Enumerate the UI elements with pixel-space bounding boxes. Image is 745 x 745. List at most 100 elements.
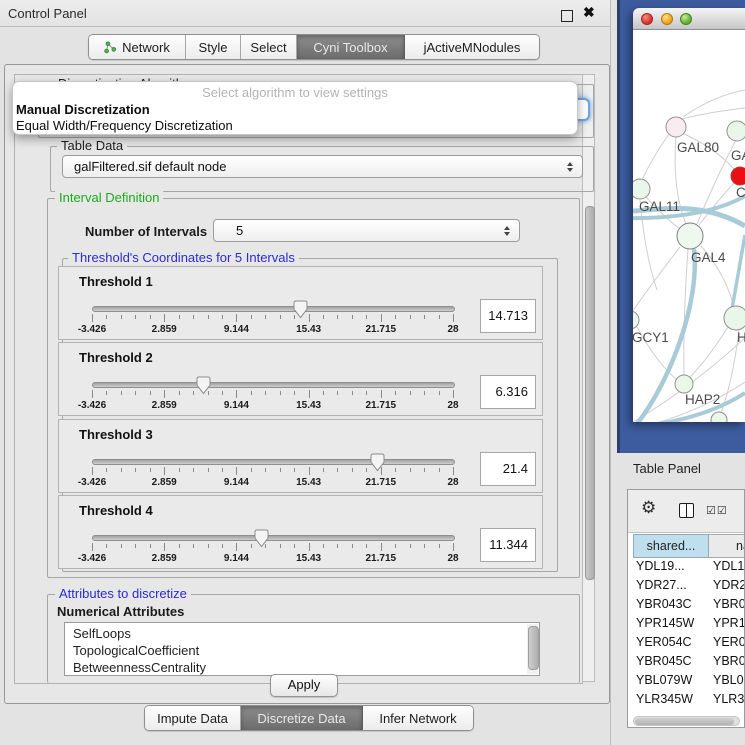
table-row[interactable]: YBR043C YBR0 (628, 597, 744, 616)
table-row[interactable]: YDL19... YDL1 (628, 559, 744, 578)
slider-handle[interactable] (293, 300, 308, 319)
table-row[interactable]: YPR145WYPR1 (628, 616, 744, 635)
close-traffic-light-icon[interactable] (641, 13, 653, 25)
list-scrollbar-thumb[interactable] (528, 626, 539, 670)
attribute-item-betweennesscentrality[interactable]: BetweennessCentrality (73, 660, 206, 676)
node-label-gal4: GAL4 (691, 250, 726, 265)
table-row[interactable]: YER054CYER0 (628, 635, 744, 654)
threshold-row-1: Threshold 1-3.4262.8599.14415.4321.71528… (58, 266, 543, 340)
tab-network[interactable]: Network (89, 35, 186, 59)
float-window-icon[interactable] (561, 10, 573, 22)
threshold-value-box[interactable]: 6.316 (480, 375, 536, 409)
interval-definition-label: Interval Definition (55, 191, 163, 205)
control-panel-titlebar: Control Panel ✖ (0, 0, 611, 27)
algorithm-option-manual-discretization[interactable]: Manual Discretization (16, 102, 150, 117)
column-header-shared-name[interactable]: shared... (633, 534, 709, 558)
threshold-value-box[interactable]: 14.713 (480, 299, 536, 333)
algorithm-option-equal-width-frequency-discretization[interactable]: Equal Width/Frequency Discretization (16, 118, 233, 133)
table-row[interactable]: YLR345WYLR3 (628, 692, 744, 706)
tab-cyni-toolbox[interactable]: Cyni Toolbox (297, 35, 405, 59)
number-of-intervals-combobox[interactable]: 5 (213, 219, 520, 242)
slider-track[interactable] (92, 306, 455, 312)
network-node-ga[interactable] (727, 121, 745, 141)
attribute-item-selfloops[interactable]: SelfLoops (73, 626, 131, 643)
network-node-labels: GAL80GACGAL11GAL4GCY1HHAP2 (633, 140, 745, 407)
slider-handle[interactable] (254, 529, 269, 548)
network-node-c[interactable] (731, 167, 745, 185)
tab-style[interactable]: Style (186, 35, 241, 59)
horizontal-scrollbar-thumb[interactable] (635, 718, 734, 725)
gear-icon[interactable]: ⚙ (641, 499, 656, 516)
tab-jactivemnodules[interactable]: jActiveMNodules (405, 35, 539, 59)
network-node-hap2[interactable] (675, 375, 693, 393)
network-node[interactable] (711, 412, 727, 422)
table-panel: ⚙ ☑☑ shared... na YDL19... YDL1 YDR27...YD… (627, 489, 745, 728)
tab-infer-network[interactable]: Infer Network (363, 706, 473, 730)
panel-divider (610, 0, 611, 745)
network-node-gcy1[interactable] (633, 311, 639, 329)
checkboxes-icon[interactable]: ☑☑ (706, 504, 728, 517)
table-panel-title: Table Panel (633, 461, 701, 476)
attribute-item-topologicalcoefficient[interactable]: TopologicalCoefficient (73, 643, 199, 660)
zoom-traffic-light-icon[interactable] (680, 13, 692, 25)
numerical-attributes-list[interactable]: SelfLoopsTopologicalCoefficientBetweenne… (64, 622, 540, 676)
table-row[interactable]: YDR27...YDR2 (628, 578, 744, 597)
cell-shared-name: YDL19... (636, 559, 685, 573)
network-node-gal4[interactable] (677, 223, 703, 249)
slider-ticks (92, 543, 453, 552)
slider-handle[interactable] (196, 376, 211, 395)
tab-label: Cyni Toolbox (313, 40, 387, 55)
node-label-ga: GA (731, 148, 745, 163)
cell-shared-name: YER054C (636, 635, 692, 649)
apply-button[interactable]: Apply (270, 674, 338, 697)
dropdown-hint: Select algorithm to view settings (13, 85, 577, 100)
tab-label: Impute Data (157, 711, 228, 726)
tab-label: Select (250, 40, 286, 55)
attributes-group-label: Attributes to discretize (55, 587, 191, 601)
table-row[interactable]: YBR045CYBR0 (628, 654, 744, 673)
horizontal-scrollbar[interactable] (633, 716, 740, 726)
cell-name: YDR2 (713, 578, 744, 592)
threshold-row-3: Threshold 3-3.4262.8599.14415.4321.71528… (58, 419, 543, 493)
table-toolbar: ⚙ ☑☑ (628, 490, 744, 533)
slider-track[interactable] (92, 382, 455, 388)
threshold-value-box[interactable]: 11.344 (480, 528, 536, 562)
minimize-traffic-light-icon[interactable] (661, 13, 673, 25)
network-window-titlebar[interactable] (633, 8, 745, 30)
tab-label: Style (199, 40, 228, 55)
network-node-gal80[interactable] (666, 117, 686, 137)
threshold-label: Threshold 1 (79, 274, 153, 289)
tab-discretize-data[interactable]: Discretize Data (241, 706, 363, 730)
stepper-arrows-icon (504, 226, 510, 236)
slider-ticks (92, 390, 453, 399)
node-label-gal11: GAL11 (639, 199, 680, 214)
tab-label: Infer Network (379, 711, 456, 726)
network-node-h[interactable] (724, 306, 745, 330)
table-data-combobox[interactable]: galFiltered.sif default node (62, 155, 583, 178)
network-canvas[interactable]: GAL80GACGAL11GAL4GCY1HHAP2 (633, 30, 745, 422)
list-scrollbar[interactable] (527, 624, 538, 674)
network-node-gal11[interactable] (633, 179, 650, 199)
table-data-value: galFiltered.sif default node (74, 159, 226, 174)
tab-select[interactable]: Select (241, 35, 297, 59)
tab-label: jActiveMNodules (424, 40, 521, 55)
threshold-label: Threshold 3 (79, 427, 153, 442)
column-header-name[interactable]: na (709, 534, 745, 558)
cell-name: YPR1 (713, 616, 744, 630)
tab-label: Network (122, 40, 170, 55)
close-icon[interactable]: ✖ (583, 4, 595, 21)
network-view-window[interactable]: GAL80GACGAL11GAL4GCY1HHAP2 (633, 8, 745, 422)
table-rows: YDL19... YDL1 YDR27...YDR2YBR043C YBR0 YPR14… (628, 559, 744, 706)
slider-track[interactable] (92, 459, 455, 465)
cell-shared-name: YBR043C (636, 597, 692, 611)
cell-name: YBR0 (713, 597, 744, 611)
threshold-value-box[interactable]: 21.4 (480, 452, 536, 486)
tab-impute-data[interactable]: Impute Data (145, 706, 241, 730)
table-row[interactable]: YBL079WYBL0 (628, 673, 744, 692)
top-tab-bar: Network Style Select Cyni Toolbox jActiveMNo… (88, 34, 540, 60)
vertical-scrollbar-thumb[interactable] (585, 206, 595, 580)
columns-icon[interactable] (679, 503, 694, 518)
cell-name: YDL1 (713, 559, 744, 573)
slider-track[interactable] (92, 535, 455, 541)
slider-handle[interactable] (370, 453, 385, 472)
